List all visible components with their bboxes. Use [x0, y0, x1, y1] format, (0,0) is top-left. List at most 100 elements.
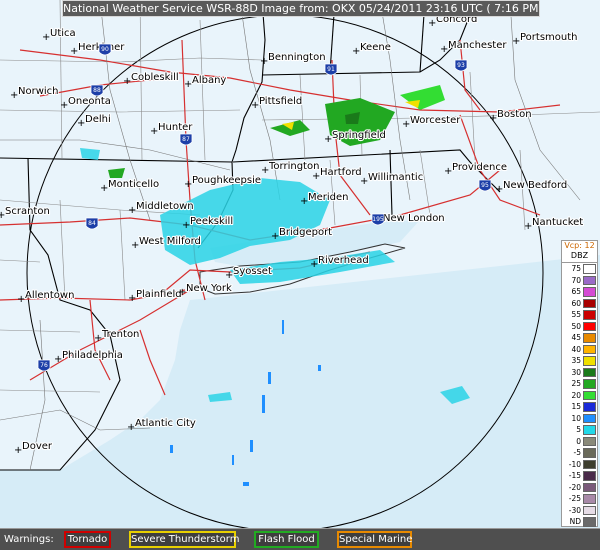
city-label: Trenton — [101, 329, 139, 340]
legend-level-label: 35 — [571, 356, 581, 365]
city-label: Dover — [22, 441, 53, 452]
city-label: Middletown — [136, 201, 194, 212]
legend-level-label: 20 — [571, 390, 581, 400]
radar-map[interactable]: +UticaUtica+HerkimerHerkimer+ConcordConc… — [0, 0, 600, 528]
legend-level: 30 — [562, 367, 597, 379]
warnings-bar: Warnings: Tornado Severe Thunderstorm Fl… — [0, 528, 600, 550]
interstate-shield: 91 — [324, 63, 338, 76]
legend-header: Vcp: 12 DBZ — [562, 241, 597, 263]
interstate-number: 88 — [93, 87, 101, 94]
city-label: Keene — [360, 42, 391, 53]
interstate-number: 195 — [372, 216, 384, 223]
city-label: Worcester — [410, 115, 461, 126]
legend-level: 35 — [562, 355, 597, 367]
special-marine-warning-toggle[interactable]: Special Marine — [337, 531, 412, 548]
legend-color-swatch — [583, 367, 596, 377]
warnings-label: Warnings: — [4, 534, 54, 545]
legend-level: 55 — [562, 309, 597, 321]
legend-color-swatch — [583, 482, 596, 492]
city-new-bedford: + New BedfordNew Bedford — [495, 179, 568, 195]
legend-color-swatch — [583, 333, 596, 343]
interstate-shield: 93 — [454, 59, 468, 72]
legend-level-label: -15 — [568, 471, 581, 480]
city-trenton: + TrentonTrenton — [94, 328, 141, 344]
legend-level-label: -5 — [573, 448, 581, 457]
severe-thunderstorm-warning-toggle[interactable]: Severe Thunderstorm — [129, 531, 240, 548]
city-label: Philadelphia — [62, 350, 123, 361]
legend-level: 0 — [562, 436, 597, 448]
city-label: Willimantic — [368, 172, 423, 183]
dbz-unit-label: DBZ — [570, 251, 589, 260]
legend-level-label: 25 — [571, 379, 581, 388]
city-delhi: + DelhiDelhi — [77, 113, 112, 129]
legend-color-swatch — [583, 379, 596, 389]
legend-level-label: 10 — [571, 413, 581, 423]
legend-color-swatch — [583, 436, 596, 446]
legend-level: -25 — [562, 493, 597, 505]
flash-flood-warning-label: Flash Flood — [258, 534, 315, 545]
legend-level-label: 0 — [576, 436, 581, 446]
city-label: New York — [186, 283, 232, 294]
city-label: Monticello — [108, 179, 159, 190]
legend-color-swatch — [583, 344, 596, 354]
city-label: New Bedford — [503, 180, 567, 191]
city-label: Syosset — [233, 266, 272, 277]
city-torrington: + TorringtonTorrington — [261, 160, 321, 176]
legend-level: 75 — [562, 263, 597, 275]
city-label: West Milford — [139, 236, 201, 247]
legend-level-label: 45 — [571, 333, 581, 342]
tornado-warning-label: Tornado — [67, 534, 108, 545]
legend-level: 65 — [562, 286, 597, 298]
city-providence: + ProvidenceProvidence — [444, 161, 508, 177]
city-keene: + KeeneKeene — [352, 41, 392, 57]
legend-level-label: 60 — [571, 298, 581, 308]
city-label: Manchester — [448, 40, 507, 51]
legend-level-label: ND — [569, 517, 581, 526]
legend-level-label: 70 — [571, 275, 581, 285]
interstate-number: 91 — [327, 66, 335, 73]
flash-flood-warning-toggle[interactable]: Flash Flood — [254, 531, 319, 548]
city-boston: + BostonBoston — [489, 108, 533, 124]
city-label: Pittsfield — [259, 96, 302, 107]
legend-level: 10 — [562, 413, 597, 425]
city-label: Plainfield — [136, 289, 182, 300]
legend-level: 70 — [562, 275, 597, 287]
legend-level: -5 — [562, 447, 597, 459]
city-cobleskill: + CobleskillCobleskill — [123, 71, 180, 87]
legend-rows: 75 70 65 60 55 50 45 40 35 30 25 20 15 10 5 0 -5 -10 -15 -2… — [562, 263, 597, 528]
city-hartford: + HartfordHartford — [312, 166, 363, 182]
legend-color-swatch — [583, 390, 596, 400]
city-allentown: + AllentownAllentown — [17, 289, 76, 305]
city-label: Hunter — [158, 122, 193, 133]
city-label: Bridgeport — [279, 227, 332, 238]
city-portsmouth: + PortsmouthPortsmouth — [512, 31, 579, 47]
city-philadelphia: + PhiladelphiaPhiladelphia — [54, 349, 124, 365]
legend-level: -20 — [562, 482, 597, 494]
legend-color-swatch — [583, 356, 596, 366]
vcp-label: Vcp: 12 — [564, 241, 595, 250]
legend-level: 40 — [562, 344, 597, 356]
tornado-warning-toggle[interactable]: Tornado — [64, 531, 111, 548]
city-label: New London — [383, 213, 445, 224]
legend-color-swatch — [583, 275, 596, 285]
special-marine-warning-label: Special Marine — [339, 534, 413, 545]
legend-level-label: 50 — [571, 321, 581, 331]
legend-level: 15 — [562, 401, 597, 413]
city-label: Hartford — [320, 167, 362, 178]
legend-color-swatch — [583, 310, 596, 320]
legend-level-label: 15 — [571, 402, 581, 411]
legend-color-swatch — [583, 413, 596, 423]
legend-level: ND — [562, 516, 597, 528]
legend-level-label: -25 — [568, 494, 581, 503]
city-label: Providence — [452, 162, 507, 173]
legend-level-label: -10 — [568, 459, 581, 469]
legend-color-swatch — [583, 459, 596, 469]
severe-thunderstorm-warning-label: Severe Thunderstorm — [131, 534, 240, 545]
interstate-number: 95 — [481, 182, 489, 189]
interstate-number: 90 — [101, 46, 109, 53]
legend-color-swatch — [583, 298, 596, 308]
interstate-number: 76 — [40, 362, 48, 369]
city-pittsfield: + PittsfieldPittsfield — [251, 95, 303, 111]
legend-color-swatch — [583, 494, 596, 504]
legend-level: 50 — [562, 321, 597, 333]
